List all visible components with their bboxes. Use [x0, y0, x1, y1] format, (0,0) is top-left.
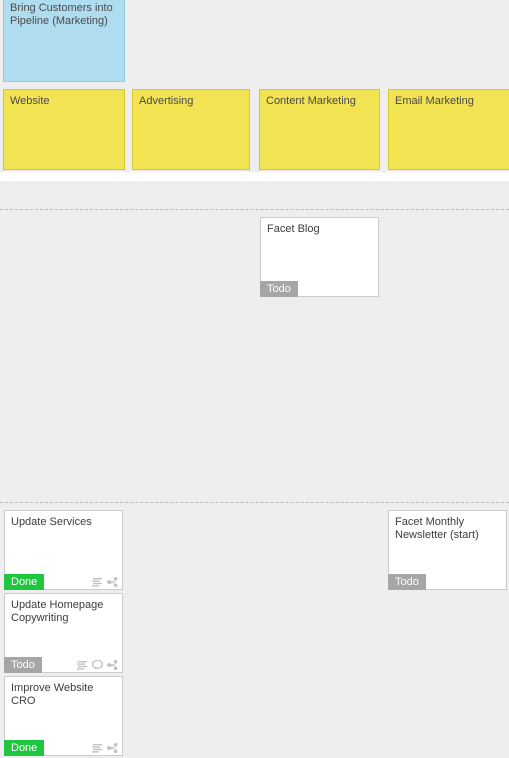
task-card-icons — [92, 741, 118, 755]
header-card-email-marketing[interactable]: Email Marketing — [388, 89, 509, 170]
task-card-title: Improve Website CRO — [11, 682, 94, 707]
share-icon[interactable] — [107, 660, 118, 670]
header-card-content-marketing[interactable]: Content Marketing — [259, 89, 380, 170]
header-card-email-marketing-label: Email Marketing — [395, 95, 474, 107]
status-badge[interactable]: Todo — [4, 657, 42, 673]
lane-divider-top — [0, 209, 509, 210]
task-card-title: Update Services — [11, 516, 92, 528]
task-card-icons — [92, 575, 118, 589]
task-card-update-homepage-copywriting[interactable]: Update Homepage Copywriting Todo — [4, 593, 123, 673]
status-badge[interactable]: Todo — [260, 281, 298, 297]
task-card-icons — [77, 658, 118, 672]
lane-gap-white — [0, 172, 509, 181]
status-badge[interactable]: Done — [4, 740, 45, 756]
header-card-advertising[interactable]: Advertising — [132, 89, 250, 170]
task-card-improve-website-cro[interactable]: Improve Website CRO Done — [4, 676, 123, 756]
header-card-website-label: Website — [10, 95, 50, 107]
task-card-footer: Done — [4, 740, 123, 756]
comment-icon[interactable] — [92, 660, 103, 670]
task-card-facet-monthly-newsletter[interactable]: Facet Monthly Newsletter (start) Todo — [388, 510, 507, 590]
description-icon[interactable] — [77, 660, 88, 670]
header-card-parent-label: Bring Customers into Pipeline (Marketing… — [10, 2, 113, 27]
task-card-title: Update Homepage Copywriting — [11, 599, 104, 624]
share-icon[interactable] — [107, 743, 118, 753]
task-card-footer: Todo — [4, 657, 123, 673]
task-card-facet-blog[interactable]: Facet Blog Todo — [260, 217, 379, 297]
task-card-footer: Done — [4, 574, 123, 590]
status-badge[interactable]: Done — [4, 574, 45, 590]
header-card-advertising-label: Advertising — [139, 95, 194, 107]
lane-middle-band — [0, 181, 509, 502]
task-card-footer: Todo — [260, 281, 379, 297]
task-card-footer: Todo — [388, 574, 507, 590]
task-card-title: Facet Monthly Newsletter (start) — [395, 516, 479, 541]
task-card-update-services[interactable]: Update Services Done — [4, 510, 123, 590]
share-icon[interactable] — [107, 577, 118, 587]
description-icon[interactable] — [92, 577, 103, 587]
header-card-parent[interactable]: Bring Customers into Pipeline (Marketing… — [3, 0, 125, 82]
description-icon[interactable] — [92, 743, 103, 753]
header-card-website[interactable]: Website — [3, 89, 125, 170]
status-badge[interactable]: Todo — [388, 574, 426, 590]
header-card-content-marketing-label: Content Marketing — [266, 95, 356, 107]
task-card-title: Facet Blog — [267, 223, 320, 235]
kanban-board: Bring Customers into Pipeline (Marketing… — [0, 0, 509, 758]
